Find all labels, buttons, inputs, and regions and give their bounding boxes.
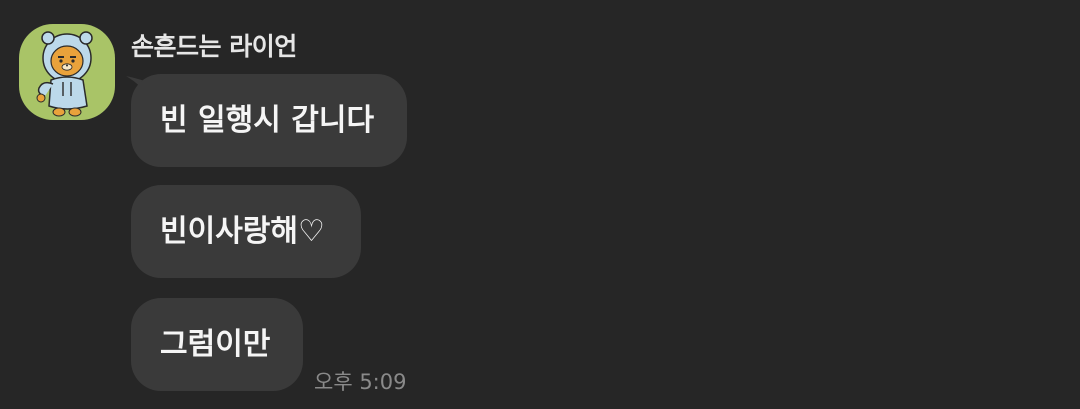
message-bubble[interactable]: 빈이사랑해♡ — [131, 185, 361, 278]
avatar[interactable] — [19, 24, 115, 120]
message-text: 그럼이만 — [160, 327, 271, 362]
ryan-character-icon — [36, 31, 93, 117]
message-bubble[interactable]: 그럼이만 — [131, 298, 303, 391]
message-bubble[interactable]: 빈 일행시 갑니다 — [131, 74, 407, 167]
message-timestamp: 오후 5:09 — [314, 370, 407, 394]
sender-name: 손흔드는 라이언 — [131, 32, 297, 61]
message-text: 빈이사랑해♡ — [160, 214, 325, 249]
message-text: 빈 일행시 갑니다 — [160, 103, 375, 138]
